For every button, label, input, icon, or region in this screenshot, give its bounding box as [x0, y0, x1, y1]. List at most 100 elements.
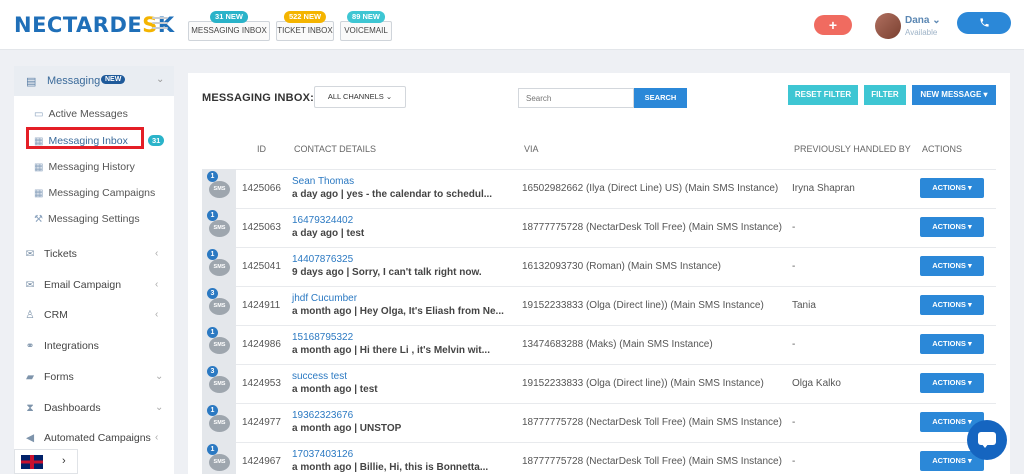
via-channel: 16132093730 (Roman) (Main SMS Instance) — [522, 261, 721, 272]
contact-name-link[interactable]: 17037403126 — [292, 449, 353, 460]
actions-button[interactable]: ACTIONS ▾ — [920, 256, 984, 276]
megaphone-icon: ◀ — [25, 432, 35, 444]
ticket-inbox-badge: 522 NEW — [283, 11, 327, 23]
filter-button[interactable]: FILTER — [864, 85, 906, 105]
message-preview[interactable]: a month ago | Hey Olga, It's Eliash from… — [292, 306, 504, 317]
sidebar-item-integrations[interactable]: ⚭ Integrations — [24, 340, 99, 352]
user-icon: ♙ — [25, 309, 35, 321]
previously-handled-by: - — [792, 456, 796, 467]
message-preview[interactable]: a month ago | UNSTOP — [292, 423, 401, 434]
sidebar-item-automated-campaigns[interactable]: ◀ Automated Campaigns — [24, 432, 151, 444]
message-icon: ▭ — [34, 109, 44, 120]
contact-name-link[interactable]: Sean Thomas — [292, 176, 354, 187]
contact-name-link[interactable]: jhdf Cucumber — [292, 293, 357, 304]
history-icon: ▦ — [34, 162, 44, 173]
link-icon: ⚭ — [25, 340, 35, 352]
table-row[interactable]: 3 SMS 1424911 jhdf Cucumber a month ago | He… — [202, 286, 996, 325]
message-preview[interactable]: a day ago | test — [292, 228, 364, 239]
voicemail-button[interactable]: 89 NEW VOICEMAIL — [340, 11, 392, 41]
contact-name-link[interactable]: 19362323676 — [292, 410, 353, 421]
via-channel: 18777775728 (NectarDesk Toll Free) (Main… — [522, 417, 782, 428]
ticket-inbox-button[interactable]: 522 NEW TICKET INBOX — [276, 11, 334, 41]
sms-icon: SMS — [209, 298, 230, 315]
contact-name-link[interactable]: 14407876325 — [292, 254, 353, 265]
chat-icon: ▤ — [26, 76, 37, 88]
search-button[interactable]: SEARCH — [634, 88, 687, 108]
sidebar-item-messaging-settings[interactable]: ⚒ Messaging Settings — [34, 213, 140, 225]
table-row[interactable]: 1 SMS 1424977 19362323676 a month ago | UNST… — [202, 403, 996, 442]
message-preview[interactable]: a day ago | yes - the calendar to schedu… — [292, 189, 492, 200]
via-channel: 13474683288 (Maks) (Main SMS Instance) — [522, 339, 713, 350]
contact-name-link[interactable]: 16479324402 — [292, 215, 353, 226]
actions-button[interactable]: ACTIONS ▾ — [920, 217, 984, 237]
column-header-previously-handled[interactable]: PREVIOUSLY HANDLED BY — [794, 144, 911, 154]
table-row[interactable]: 1 SMS 1424986 15168795322 a month ago | Hi t… — [202, 325, 996, 364]
sms-icon: SMS — [209, 415, 230, 432]
sms-icon: SMS — [209, 181, 230, 198]
column-header-via[interactable]: VIA — [524, 144, 539, 154]
message-id: 1425066 — [242, 183, 281, 194]
chat-widget-button[interactable] — [967, 420, 1007, 460]
envelope-icon: ✉ — [25, 248, 35, 260]
column-header-id[interactable]: ID — [257, 144, 266, 154]
sms-icon: SMS — [209, 454, 230, 471]
envelope-icon: ✉ — [25, 279, 35, 291]
plus-button[interactable]: + — [814, 15, 852, 35]
sidebar-item-dashboards[interactable]: ⧗ Dashboards — [24, 402, 100, 415]
user-name[interactable]: Dana ⌄ — [905, 15, 941, 26]
via-channel: 18777775728 (NectarDesk Toll Free) (Main… — [522, 456, 782, 467]
message-preview[interactable]: 9 days ago | Sorry, I can't talk right n… — [292, 267, 482, 278]
sms-icon: SMS — [209, 259, 230, 276]
table-row[interactable]: 3 SMS 1424953 success test a month ago | tes… — [202, 364, 996, 403]
chevron-left-icon: ‹ — [155, 248, 159, 259]
table-row[interactable]: 1 SMS 1424967 17037403126 a month ago | Bill… — [202, 442, 996, 474]
sidebar-item-email-campaign[interactable]: ✉ Email Campaign — [24, 279, 121, 291]
sidebar-item-messaging-campaigns[interactable]: ▦ Messaging Campaigns — [34, 187, 155, 199]
chevron-left-icon: ‹ — [155, 279, 159, 290]
message-id: 1424911 — [242, 300, 281, 311]
previously-handled-by: - — [792, 261, 796, 272]
table-row[interactable]: 1 SMS 1425041 14407876325 9 days ago | Sorry… — [202, 247, 996, 286]
sidebar-item-messaging[interactable]: ▤ Messaging NEW ⌄ — [14, 66, 174, 96]
main-panel: MESSAGING INBOX: ALL CHANNELS ⌄ SEARCH R… — [188, 73, 1010, 474]
avatar[interactable] — [875, 13, 901, 39]
logo[interactable]: NECTARDESK — [14, 13, 175, 37]
column-header-contact[interactable]: CONTACT DETAILS — [294, 144, 376, 154]
actions-button[interactable]: ACTIONS ▾ — [920, 334, 984, 354]
campaign-icon: ▦ — [34, 188, 44, 199]
message-preview[interactable]: a month ago | Billie, Hi, this is Bonnet… — [292, 462, 488, 473]
previously-handled-by: Iryna Shapran — [792, 183, 855, 194]
reset-filter-button[interactable]: RESET FILTER — [788, 85, 858, 105]
sidebar-item-crm[interactable]: ♙ CRM — [24, 309, 68, 321]
sidebar-item-label: Messaging — [47, 75, 101, 87]
inbox-count-badge: 31 — [148, 135, 165, 146]
new-message-button[interactable]: NEW MESSAGE ▾ — [912, 85, 996, 105]
table-row[interactable]: 1 SMS 1425063 16479324402 a day ago | test 18… — [202, 208, 996, 247]
messaging-inbox-button[interactable]: 31 NEW MESSAGING INBOX — [188, 11, 270, 41]
channels-dropdown[interactable]: ALL CHANNELS ⌄ — [314, 86, 406, 108]
actions-button[interactable]: ACTIONS ▾ — [920, 295, 984, 315]
table-row[interactable]: 1 SMS 1425066 Sean Thomas a day ago | yes - … — [202, 169, 996, 208]
previously-handled-by: - — [792, 417, 796, 428]
highlight-box — [26, 127, 144, 149]
contact-name-link[interactable]: success test — [292, 371, 347, 382]
message-preview[interactable]: a month ago | Hi there Li , it's Melvin … — [292, 345, 490, 356]
sidebar-item-messaging-history[interactable]: ▦ Messaging History — [34, 161, 135, 173]
phone-icon — [979, 18, 989, 27]
message-preview[interactable]: a month ago | test — [292, 384, 378, 395]
sidebar-item-tickets[interactable]: ✉ Tickets — [24, 248, 77, 260]
via-channel: 19152233833 (Olga (Direct line)) (Main S… — [522, 300, 764, 311]
sidebar-item-forms[interactable]: ▰ Forms — [24, 371, 74, 383]
search-input[interactable] — [518, 88, 634, 108]
contact-name-link[interactable]: 15168795322 — [292, 332, 353, 343]
sms-icon: SMS — [209, 376, 230, 393]
sidebar-item-active-messages[interactable]: ▭ Active Messages — [34, 108, 128, 120]
language-switcher[interactable]: › — [14, 449, 78, 474]
chevron-down-icon: ⌄ — [155, 402, 164, 413]
actions-button[interactable]: ACTIONS ▾ — [920, 373, 984, 393]
menu-toggle-icon[interactable] — [152, 17, 168, 31]
call-button[interactable] — [957, 12, 1011, 34]
sidebar: ▤ Messaging NEW ⌄ ▭ Active Messages ▦ Mess… — [14, 66, 174, 474]
folder-icon: ▰ — [25, 371, 35, 383]
actions-button[interactable]: ACTIONS ▾ — [920, 178, 984, 198]
